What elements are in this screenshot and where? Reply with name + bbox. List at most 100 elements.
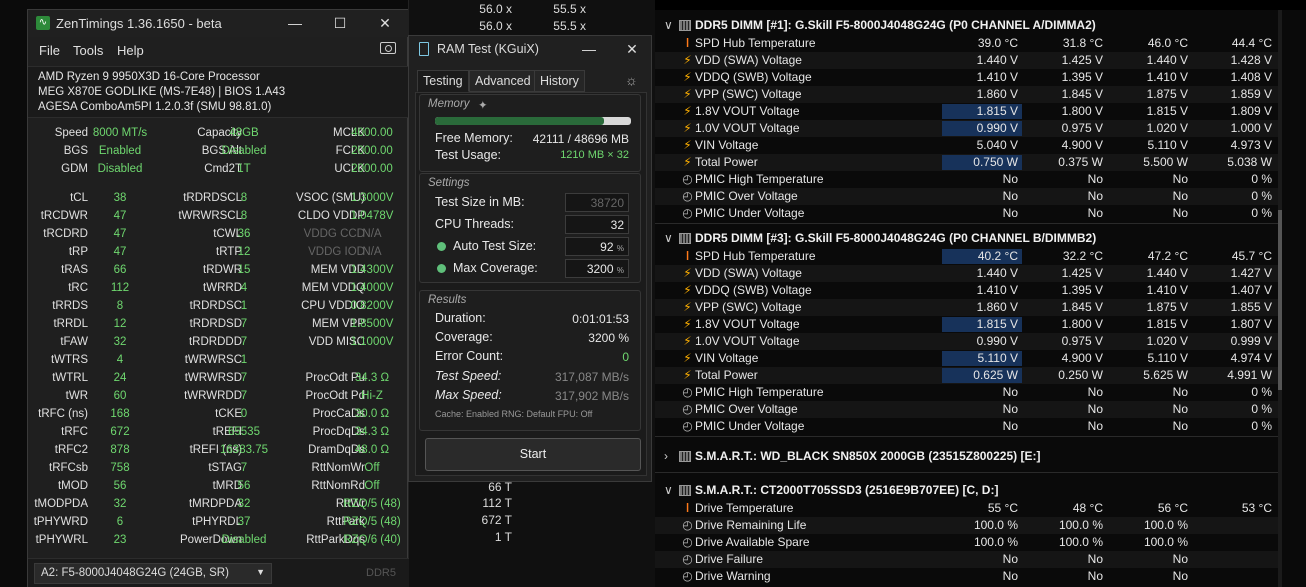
percent-unit: % <box>616 266 624 275</box>
background-cell: 1 T <box>494 530 512 544</box>
avg-value: 1.855 V <box>1230 300 1272 314</box>
sensor-row[interactable]: ⚡ Total Power 0.625 W 0.250 W 5.625 W 4.991 W <box>655 367 1279 384</box>
sensor-row[interactable]: ◴ PMIC Over Voltage No No No 0 % <box>655 188 1279 205</box>
sensor-row[interactable]: ◴ Drive Available Spare 100.0 % 100.0 % 100.… <box>655 534 1279 551</box>
close-button[interactable]: ✕ <box>617 39 647 59</box>
scrollbar-thumb[interactable] <box>1278 210 1282 390</box>
min-value: No <box>1087 552 1103 566</box>
timing-value: 48GB <box>229 127 259 139</box>
auto-test-size-input[interactable]: 92 % <box>565 237 629 256</box>
chevron-down-icon[interactable]: ∨ <box>664 18 673 32</box>
sensor-row[interactable]: ◴ PMIC Under Voltage No No No 0 % <box>655 205 1279 222</box>
sensor-group-header[interactable]: ∨ DDR5 DIMM [#1]: G.Skill F5-8000J4048G24… <box>655 17 1279 35</box>
sensor-row[interactable]: ⚡ 1.0V VOUT Voltage 0.990 V 0.975 V 1.020 V 1… <box>655 120 1279 137</box>
chevron-right-icon[interactable]: › <box>664 449 668 463</box>
tab-history[interactable]: History <box>534 70 585 92</box>
chevron-down-icon[interactable]: ∨ <box>664 483 673 497</box>
min-value: 1.395 V <box>1061 70 1103 84</box>
tab-testing[interactable]: Testing <box>417 70 469 92</box>
min-value: 4.900 V <box>1061 351 1103 365</box>
avg-value: 0 % <box>1251 385 1272 399</box>
sensor-row[interactable]: ǀ SPD Hub Temperature 39.0 °C 31.8 °C 46.0 °… <box>655 35 1279 52</box>
sensor-row[interactable]: ◴ Drive Failure No No No <box>655 551 1279 568</box>
sensor-row[interactable]: ◴ PMIC Over Voltage No No No 0 % <box>655 401 1279 418</box>
sensor-row[interactable]: ⚡ 1.8V VOUT Voltage 1.815 V 1.800 V 1.815 V 1… <box>655 103 1279 120</box>
settings-gear-icon[interactable]: ☼ <box>625 72 638 88</box>
menu-tools[interactable]: Tools <box>73 43 103 58</box>
tab-advanced[interactable]: Advanced <box>469 70 537 92</box>
timing-name: tRAS <box>61 264 88 276</box>
current-value: 5.110 V <box>942 351 1022 366</box>
minimize-button[interactable]: — <box>574 39 604 59</box>
sensor-row[interactable]: ⚡ VIN Voltage 5.110 V 4.900 V 5.110 V 4.974 V <box>655 350 1279 367</box>
sensor-row[interactable]: ⚡ VIN Voltage 5.040 V 4.900 V 5.110 V 4.973 V <box>655 137 1279 154</box>
current-value: 1.860 V <box>976 87 1018 101</box>
timing-value: 56 <box>237 480 251 492</box>
max-value: 46.0 °C <box>1147 36 1188 50</box>
bolt-icon: ⚡ <box>683 104 692 118</box>
sensor-row[interactable]: ⚡ VDDQ (SWB) Voltage 1.410 V 1.395 V 1.410 V… <box>655 69 1279 86</box>
sensor-row[interactable]: ⚡ VPP (SWC) Voltage 1.860 V 1.845 V 1.875 V 1… <box>655 299 1279 316</box>
sensor-row[interactable]: ⚡ VPP (SWC) Voltage 1.860 V 1.845 V 1.875 V 1… <box>655 86 1279 103</box>
zentimings-titlebar[interactable]: ∿ ZenTimings 1.36.1650 - beta — ☐ ✕ <box>28 10 409 37</box>
sensor-row[interactable]: ⚡ VDDQ (SWB) Voltage 1.410 V 1.395 V 1.410 V… <box>655 282 1279 299</box>
max-coverage-radio[interactable] <box>437 264 446 273</box>
current-value: 0.750 W <box>942 155 1022 170</box>
timing-name: tRP <box>68 246 88 258</box>
sensor-label: VIN Voltage <box>695 351 759 365</box>
timing-value: 8 <box>240 192 248 204</box>
sensor-row[interactable]: ◴ PMIC Under Voltage No No No 0 % <box>655 418 1279 435</box>
sensor-scrollbar[interactable] <box>1278 10 1282 587</box>
maximize-button[interactable]: ☐ <box>325 13 355 33</box>
close-button[interactable]: ✕ <box>370 13 400 33</box>
dimm-select[interactable]: A2: F5-8000J4048G24G (24GB, SR) ▼ <box>34 563 272 584</box>
sensor-label: VDD (SWA) Voltage <box>695 53 802 67</box>
timing-row: tRFC2 878 tREFI (ns) 16383.75 DramDqDs 48.0 Ω <box>28 442 409 460</box>
sensor-group-header[interactable]: ∨ DDR5 DIMM [#3]: G.Skill F5-8000J4048G24… <box>655 230 1279 248</box>
background-cell: 55.5 x <box>553 19 586 33</box>
sensor-label: PMIC Under Voltage <box>695 419 805 433</box>
min-value: 31.8 °C <box>1062 36 1103 50</box>
timing-row: tWTRS 4 tWRWRSC 1 <box>28 352 409 370</box>
sensor-row[interactable]: ◴ Drive Warning No No No <box>655 568 1279 585</box>
sensor-row[interactable]: ⚡ 1.0V VOUT Voltage 0.990 V 0.975 V 1.020 V 0… <box>655 333 1279 350</box>
sensor-row[interactable]: ◴ PMIC High Temperature No No No 0 % <box>655 171 1279 188</box>
cpu-threads-input[interactable]: 32 <box>565 215 629 234</box>
sensor-row[interactable]: ⚡ 1.8V VOUT Voltage 1.815 V 1.800 V 1.815 V 1… <box>655 316 1279 333</box>
current-value: 0.990 V <box>976 334 1018 348</box>
max-coverage-input[interactable]: 3200 % <box>565 259 629 278</box>
sensor-row[interactable]: ⚡ VDD (SWA) Voltage 1.440 V 1.425 V 1.440 V 1… <box>655 265 1279 282</box>
test-size-input[interactable]: 38720 <box>565 193 629 212</box>
timing-value: 12 <box>237 246 251 258</box>
avg-value: 53 °C <box>1241 501 1272 515</box>
sensor-row[interactable]: ⚡ Total Power 0.750 W 0.375 W 5.500 W 5.038 W <box>655 154 1279 171</box>
sensor-row[interactable]: ǀ SPD Hub Temperature 40.2 °C 32.2 °C 47.2 °… <box>655 248 1279 265</box>
max-speed-label: Max Speed: <box>435 388 502 402</box>
chevron-down-icon[interactable]: ∨ <box>664 231 673 245</box>
menu-file[interactable]: File <box>39 43 60 58</box>
timing-name: tWR <box>65 390 88 402</box>
current-value: 1.410 V <box>976 70 1018 84</box>
test-size-label: Test Size in MB: <box>435 195 525 209</box>
bolt-icon: ⚡ <box>683 368 692 382</box>
menu-help[interactable]: Help <box>117 43 144 58</box>
avg-value: 1.000 V <box>1230 121 1272 135</box>
ramtest-titlebar[interactable]: RAM Test (KGuiX) — ✕ <box>409 36 653 64</box>
thermometer-icon: ǀ <box>685 501 690 515</box>
min-value: 1.425 V <box>1061 53 1103 67</box>
sensor-row[interactable]: ◴ Drive Remaining Life 100.0 % 100.0 % 100.0… <box>655 517 1279 534</box>
auto-test-size-radio[interactable] <box>437 242 446 251</box>
sensor-group-header[interactable]: › S.M.A.R.T.: WD_BLACK SN850X 2000GB (235… <box>655 448 1279 466</box>
sensor-row[interactable]: ǀ Drive Temperature 55 °C 48 °C 56 °C 53 °C <box>655 500 1279 517</box>
sensor-group-title: DDR5 DIMM [#1]: G.Skill F5-8000J4048G24G… <box>695 18 1096 32</box>
sensor-row[interactable]: ◴ PMIC High Temperature No No No 0 % <box>655 384 1279 401</box>
sensor-row[interactable]: ⚡ VDD (SWA) Voltage 1.440 V 1.425 V 1.440 V 1… <box>655 52 1279 69</box>
current-value: 1.860 V <box>976 300 1018 314</box>
separator <box>655 436 1279 437</box>
minimize-button[interactable]: — <box>280 13 310 33</box>
memory-chip-icon <box>679 485 691 496</box>
avg-value: 0 % <box>1251 172 1272 186</box>
start-button[interactable]: Start <box>425 438 641 471</box>
sensor-group-header[interactable]: ∨ S.M.A.R.T.: CT2000T705SSD3 (2516E9B707E… <box>655 482 1279 500</box>
screenshot-camera-icon[interactable] <box>380 42 396 54</box>
